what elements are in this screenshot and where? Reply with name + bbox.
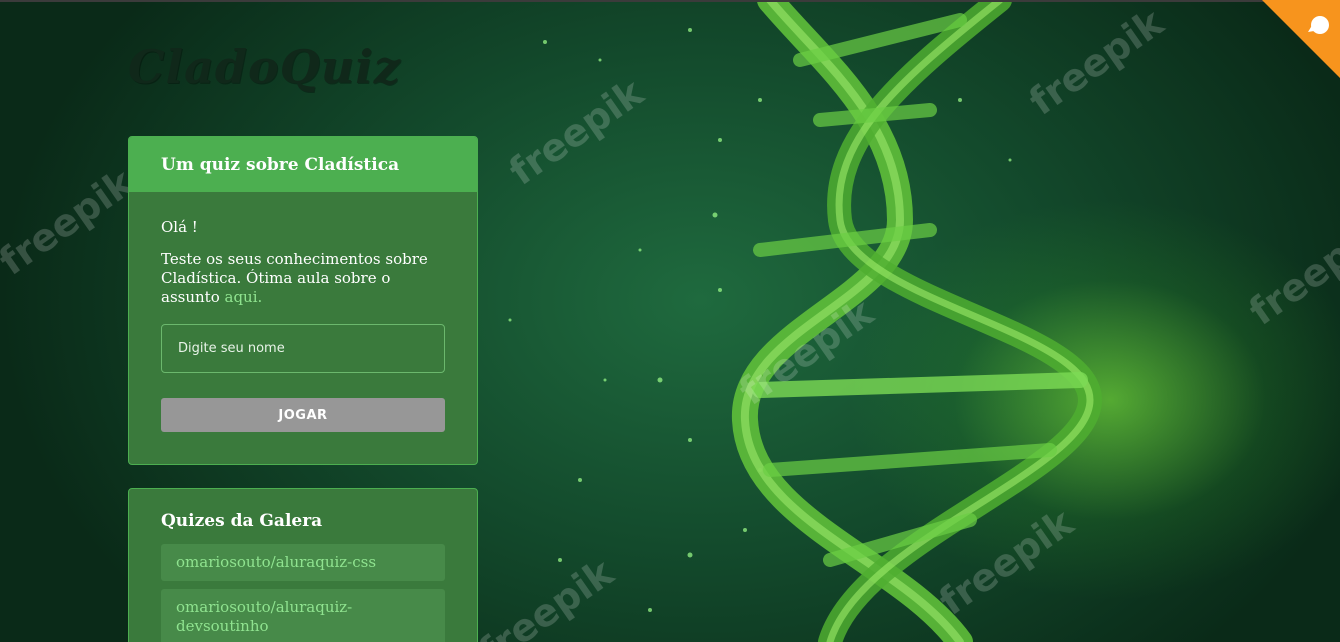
github-corner-icon[interactable] bbox=[1262, 0, 1340, 78]
description-text: Teste os seus conhecimentos sobre Cladís… bbox=[161, 250, 445, 307]
community-quiz-link[interactable]: omariosouto/aluraquiz-css bbox=[161, 544, 445, 581]
community-widget: Quizes da Galera omariosouto/aluraquiz-c… bbox=[128, 488, 478, 642]
main-widget: Um quiz sobre Cladística Olá ! Teste os … bbox=[128, 136, 478, 465]
play-button[interactable]: JOGAR bbox=[161, 398, 445, 432]
community-quiz-link[interactable]: omariosouto/aluraquiz-devsoutinho bbox=[161, 589, 445, 642]
widget-content: Olá ! Teste os seus conhecimentos sobre … bbox=[129, 192, 477, 432]
greeting-text: Olá ! bbox=[161, 218, 198, 236]
name-input[interactable] bbox=[161, 324, 445, 373]
lesson-link[interactable]: aqui. bbox=[225, 288, 263, 306]
widget-content: Quizes da Galera omariosouto/aluraquiz-c… bbox=[129, 489, 477, 642]
logo: CladoQuiz bbox=[128, 40, 428, 100]
top-border bbox=[0, 0, 1340, 2]
logo-text: CladoQuiz bbox=[128, 40, 401, 94]
description-body: Teste os seus conhecimentos sobre Cladís… bbox=[161, 250, 428, 306]
widget-title: Um quiz sobre Cladística bbox=[161, 154, 400, 175]
widget-header: Um quiz sobre Cladística bbox=[129, 137, 477, 192]
community-title: Quizes da Galera bbox=[161, 511, 323, 531]
